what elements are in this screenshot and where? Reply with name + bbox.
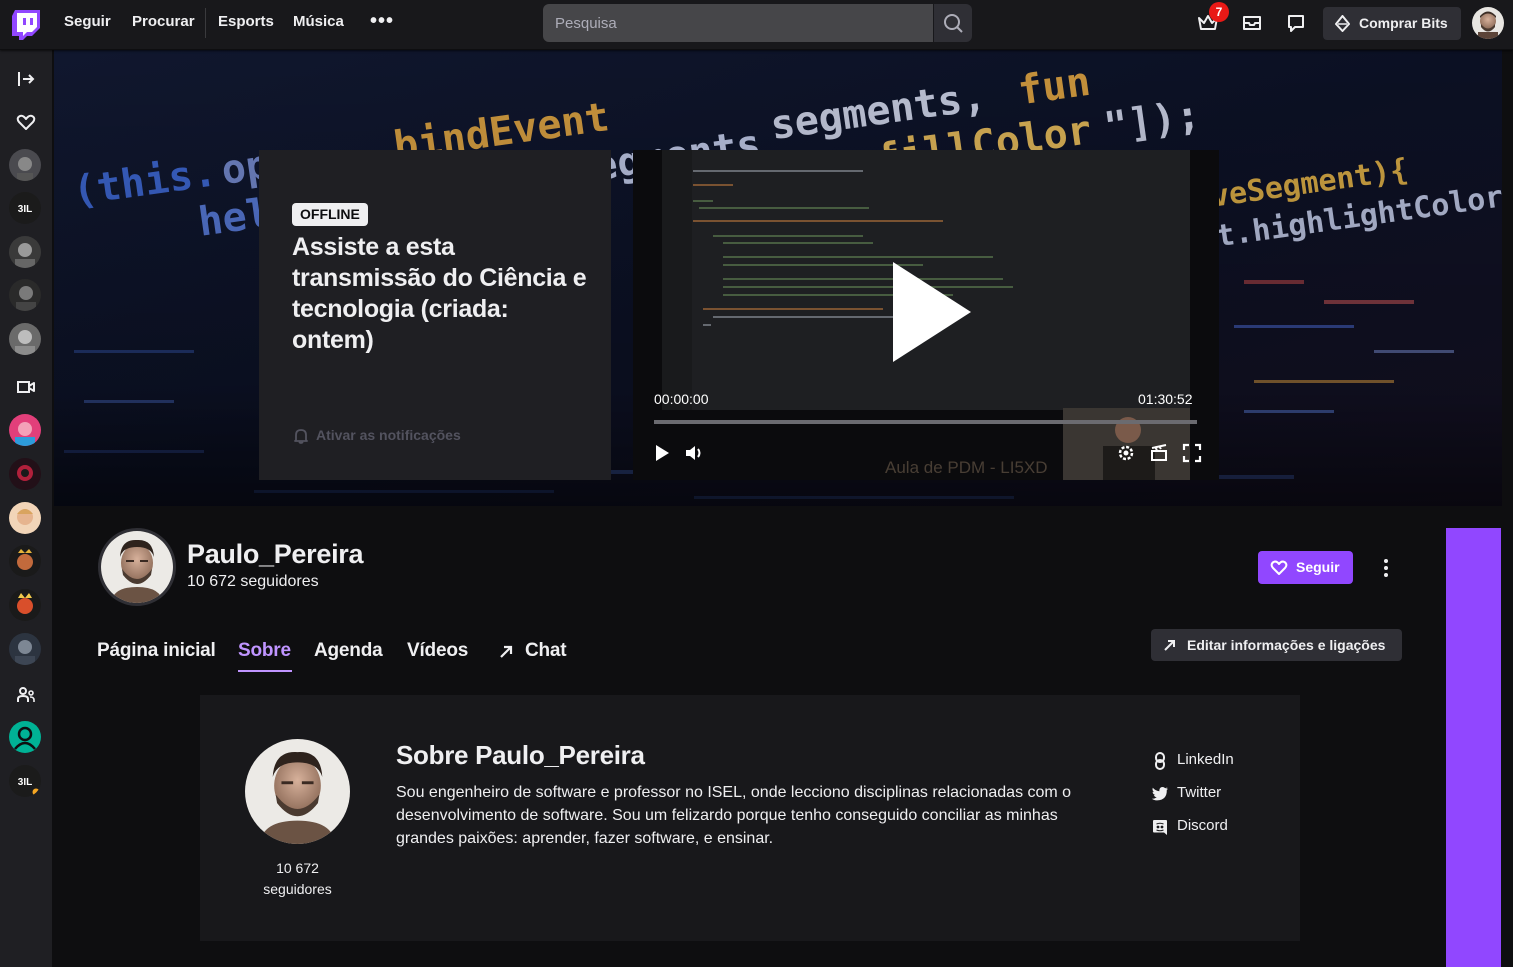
- more-vertical-icon[interactable]: [1374, 556, 1398, 580]
- follow-button[interactable]: Seguir: [1258, 551, 1353, 584]
- video-frame-image: [662, 150, 1190, 480]
- clip-icon[interactable]: [1148, 442, 1170, 464]
- channel-avatar[interactable]: [98, 528, 176, 606]
- nav-link-esports[interactable]: Esports: [218, 13, 274, 30]
- about-title: Sobre Paulo_Pereira: [396, 740, 645, 770]
- about-avatar: [245, 739, 350, 844]
- player-seek-bar[interactable]: [654, 420, 1197, 424]
- notification-count-badge: 7: [1209, 2, 1229, 22]
- nav-link-music[interactable]: Música: [293, 13, 344, 30]
- follow-button-label: Seguir: [1296, 559, 1340, 575]
- inbox-icon[interactable]: [1241, 12, 1263, 34]
- external-arrow-icon: [1164, 640, 1175, 651]
- user-avatar-image: [1472, 7, 1504, 39]
- recommended-channel-avatar[interactable]: [9, 502, 41, 534]
- play-icon[interactable]: [651, 442, 673, 464]
- edit-info-and-links-button[interactable]: Editar informações e ligações: [1151, 629, 1402, 661]
- followed-channel-avatar[interactable]: [9, 236, 41, 268]
- enable-notifications-label: Ativar as notificações: [316, 427, 461, 443]
- channel-follower-count: 10 672 seguidores: [187, 573, 319, 590]
- recommended-channel-avatar[interactable]: [9, 633, 41, 665]
- tab-schedule[interactable]: Agenda: [314, 640, 383, 662]
- recommended-channel-avatar[interactable]: [9, 414, 41, 446]
- about-follower-count: 10 672 seguidores: [245, 858, 350, 900]
- search-input[interactable]: [543, 4, 933, 42]
- bits-gem-icon: [1335, 15, 1350, 32]
- more-horizontal-icon[interactable]: •••: [370, 10, 394, 33]
- channel-avatar-image: [101, 531, 173, 603]
- svg-text:3IL: 3IL: [18, 777, 32, 788]
- social-link-label: Twitter: [1177, 784, 1222, 801]
- discord-icon: [1153, 820, 1167, 835]
- social-link-label: LinkedIn: [1177, 751, 1234, 768]
- buy-bits-label: Comprar Bits: [1359, 15, 1448, 31]
- heart-icon[interactable]: [15, 111, 37, 133]
- nav-link-following[interactable]: Seguir: [64, 13, 111, 30]
- player-total-time: 01:30:52: [1138, 391, 1193, 407]
- tab-about[interactable]: Sobre: [238, 640, 291, 662]
- top-navigation-bar: Seguir Procurar Esports Música ••• 7 Com…: [0, 0, 1513, 50]
- people-icon[interactable]: [15, 684, 37, 706]
- offline-badge: OFFLINE: [292, 203, 368, 226]
- volume-icon[interactable]: [683, 442, 705, 464]
- twitter-icon: [1151, 787, 1168, 801]
- channel-name[interactable]: Paulo_Pereira: [187, 539, 364, 570]
- followed-channel-avatar[interactable]: 3IL: [9, 192, 41, 224]
- recommended-channel-avatar[interactable]: [9, 545, 41, 577]
- recommended-channel-avatar[interactable]: [9, 458, 41, 490]
- about-panel: 10 672 seguidores Sobre Paulo_Pereira So…: [200, 695, 1300, 941]
- suggested-channel-avatar[interactable]: [9, 721, 41, 753]
- social-link-label: Discord: [1177, 817, 1228, 834]
- offline-card-title[interactable]: Assiste a esta transmissão do Ciência e …: [292, 232, 592, 356]
- edit-info-label: Editar informações e ligações: [1187, 637, 1386, 653]
- video-watermark-text: Aula de PDM - LI5XD: [885, 458, 1048, 477]
- user-menu-avatar[interactable]: [1472, 7, 1504, 39]
- settings-gear-icon[interactable]: [1115, 442, 1137, 464]
- suggested-channel-avatar[interactable]: 3IL: [9, 765, 41, 797]
- active-tab-indicator: [238, 670, 292, 672]
- channel-banner: (this. op .bindEvent helpers. activeSegm…: [54, 50, 1502, 506]
- buy-bits-button[interactable]: Comprar Bits: [1323, 7, 1461, 40]
- about-follower-label: seguidores: [263, 881, 332, 897]
- followed-channel-avatar[interactable]: [9, 279, 41, 311]
- about-avatar-image: [245, 739, 350, 844]
- followed-channel-avatar[interactable]: [9, 323, 41, 355]
- recommended-channel-avatar[interactable]: [9, 589, 41, 621]
- player-current-time: 00:00:00: [654, 391, 709, 407]
- search-button[interactable]: [934, 4, 972, 42]
- channel-info-section: Paulo_Pereira 10 672 seguidores Seguir P…: [54, 506, 1446, 967]
- bell-icon: [294, 429, 308, 444]
- external-arrow-icon[interactable]: [498, 644, 514, 660]
- video-camera-icon[interactable]: [15, 376, 37, 398]
- fullscreen-icon[interactable]: [1181, 442, 1203, 464]
- video-player[interactable]: 00:00:00 01:30:52 Aula de PDM - LI5XD: [633, 150, 1219, 480]
- link-icon: [1155, 752, 1165, 770]
- search-icon: [944, 14, 963, 33]
- followed-channel-avatar[interactable]: [9, 149, 41, 181]
- tab-home[interactable]: Página inicial: [97, 640, 216, 662]
- nav-divider: [205, 8, 206, 38]
- twitch-logo-icon[interactable]: [12, 10, 40, 40]
- side-navigation: 3IL 3IL: [0, 50, 53, 967]
- whispers-icon[interactable]: [1285, 12, 1307, 34]
- collapsed-chat-panel: [1446, 528, 1501, 967]
- tab-videos[interactable]: Vídeos: [407, 640, 468, 662]
- heart-icon: [1270, 560, 1288, 575]
- offline-card: OFFLINE Assiste a esta transmissão do Ci…: [259, 150, 611, 480]
- nav-link-browse[interactable]: Procurar: [132, 13, 195, 30]
- svg-text:3IL: 3IL: [18, 204, 32, 215]
- tab-chat[interactable]: Chat: [525, 640, 567, 662]
- about-bio: Sou engenheiro de software e professor n…: [396, 784, 1072, 847]
- about-follower-number: 10 672: [276, 860, 319, 876]
- expand-sidebar-icon[interactable]: [15, 68, 37, 90]
